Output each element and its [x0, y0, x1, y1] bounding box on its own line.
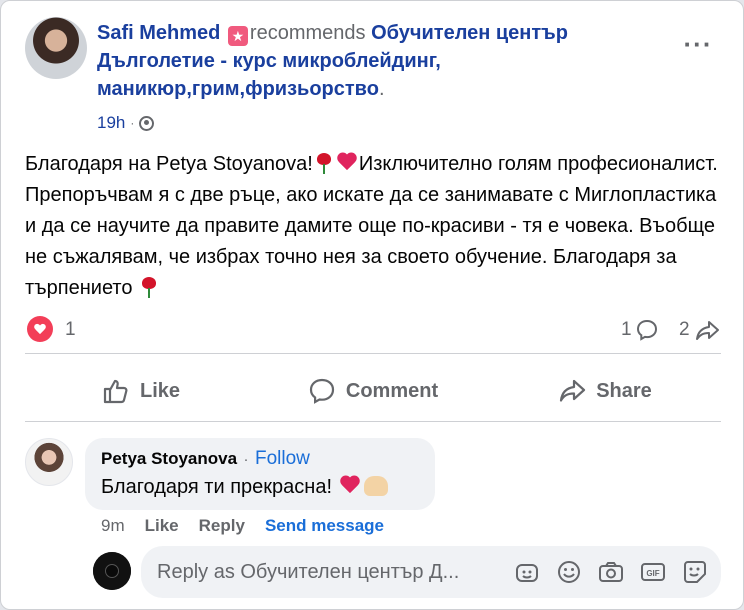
emoji-icon[interactable] — [555, 558, 583, 586]
post-text-part1: Благодаря на Petya Stoyanova! — [25, 153, 313, 175]
heart-emoji-icon — [339, 476, 361, 496]
comment-actions: 9m Like Reply Send message — [101, 516, 384, 536]
comment-time[interactable]: 9m — [101, 516, 125, 536]
like-icon — [103, 379, 128, 404]
sticker-icon[interactable] — [681, 558, 709, 586]
comment-text: Благодаря ти прекрасна! — [101, 476, 332, 498]
more-options-button[interactable]: ··· — [681, 31, 715, 59]
recommend-star-icon: ★ — [227, 26, 248, 46]
page-avatar[interactable] — [93, 552, 131, 590]
post-card: Safi Mehmed ★ recommends Обучителен центъ… — [0, 0, 744, 610]
gif-icon[interactable]: GIF — [639, 558, 667, 586]
share-icon — [560, 379, 586, 402]
avatar-sticker-icon[interactable] — [513, 558, 541, 586]
post-meta: 19h · — [97, 113, 155, 133]
follow-link[interactable]: Follow — [255, 448, 310, 469]
share-count-value: 2 — [679, 319, 690, 340]
rose-emoji-icon — [314, 152, 334, 174]
comment-text-row: Благодаря ти прекрасна! — [101, 476, 419, 499]
comment-count[interactable]: 1 — [621, 319, 658, 341]
post-time[interactable]: 19h — [97, 113, 125, 133]
comment-like-button[interactable]: Like — [145, 516, 179, 536]
divider-top — [25, 353, 721, 354]
header-period: . — [378, 78, 385, 100]
post-header: Safi Mehmed ★ recommends Обучителен центъ… — [97, 19, 657, 103]
svg-text:GIF: GIF — [646, 569, 659, 578]
comment-dot: · — [243, 451, 249, 468]
heart-emoji-icon — [336, 153, 358, 173]
rose-emoji-icon — [139, 276, 159, 298]
comment-count-icon — [636, 319, 657, 341]
send-message-button[interactable]: Send message — [265, 516, 384, 536]
comment-label: Comment — [345, 379, 439, 402]
comment-button[interactable]: Comment — [257, 365, 489, 417]
like-label: Like — [139, 379, 181, 402]
reply-toolbar: GIF — [513, 558, 709, 586]
share-count[interactable]: 2 — [679, 319, 720, 341]
share-label: Share — [596, 379, 652, 402]
commenter-name[interactable]: Petya Stoyanova — [101, 449, 237, 468]
globe-icon[interactable] — [139, 115, 155, 131]
recommends-text: recommends — [249, 22, 366, 44]
comment-reply-button[interactable]: Reply — [199, 516, 245, 536]
reply-input[interactable] — [157, 560, 497, 584]
love-reaction-icon[interactable] — [27, 316, 53, 342]
comment-bubble: Petya Stoyanova · Follow Благодаря ти пр… — [85, 438, 435, 510]
comment-count-value: 1 — [621, 319, 632, 340]
divider-bottom — [25, 421, 721, 422]
author-avatar[interactable] — [25, 17, 87, 79]
commenter-avatar[interactable] — [25, 438, 73, 486]
post-body: Благодаря на Petya Stoyanova! Изключителн… — [25, 149, 725, 304]
share-button[interactable]: Share — [489, 365, 721, 417]
author-name[interactable]: Safi Mehmed — [97, 22, 220, 44]
post-stats: 1 1 2 — [25, 313, 725, 347]
camera-icon[interactable] — [597, 558, 625, 586]
meta-separator: · — [130, 116, 135, 130]
reaction-count[interactable]: 1 — [65, 319, 76, 341]
action-bar: Like Comment Share — [25, 365, 721, 417]
reply-box: GIF — [141, 546, 721, 598]
share-count-icon — [695, 321, 719, 340]
raised-hands-emoji-icon — [363, 476, 388, 496]
more-icon: ··· — [683, 29, 713, 59]
like-button[interactable]: Like — [25, 365, 257, 417]
comment-icon — [309, 378, 334, 404]
